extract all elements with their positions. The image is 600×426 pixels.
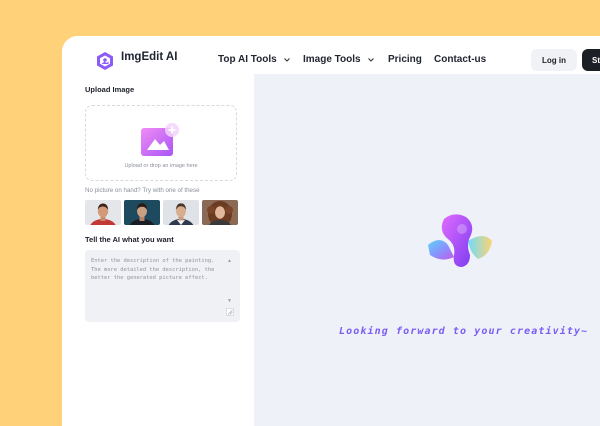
sample-image-man-1[interactable] xyxy=(85,200,121,225)
preview-panel: Looking forward to your creativity~ xyxy=(254,74,600,426)
nav-contact-us[interactable]: Contact-us xyxy=(434,54,486,65)
sample-hint-text: No picture on hand? Try with one of thes… xyxy=(85,187,200,194)
nav-contact-us-label: Contact-us xyxy=(434,54,487,65)
prompt-title: Tell the AI what you want xyxy=(85,235,174,244)
left-panel: Upload Image Upload or drop an image her… xyxy=(62,74,254,426)
upload-drop-text: Upload or drop an image here xyxy=(124,163,198,169)
chevron-down-icon xyxy=(367,57,374,62)
sample-image-woman[interactable] xyxy=(202,200,238,225)
tagline-text: Looking forward to your creativity~ xyxy=(339,326,589,337)
nav-top-ai-tools-label: Top AI Tools xyxy=(218,54,277,65)
nav-top-ai-tools[interactable]: Top AI Tools xyxy=(218,54,291,65)
sample-image-man-3[interactable] xyxy=(163,200,199,225)
upload-dropzone[interactable]: Upload or drop an image here xyxy=(85,105,237,181)
brand-name[interactable]: ImgEdit AI xyxy=(121,51,177,63)
prompt-textarea[interactable]: Enter the description of the painting. T… xyxy=(85,250,240,322)
sample-image-man-2[interactable] xyxy=(124,200,160,225)
scroll-down-icon[interactable]: ▼ xyxy=(227,298,232,304)
image-upload-icon xyxy=(141,123,179,156)
start-button[interactable]: Sta xyxy=(582,49,600,71)
imgedit-logo-icon[interactable] xyxy=(95,51,115,71)
nav-pricing-label: Pricing xyxy=(388,54,422,65)
sample-images xyxy=(85,200,238,225)
upload-image-title: Upload Image xyxy=(85,85,135,94)
nav-image-tools-label: Image Tools xyxy=(303,54,361,65)
scroll-up-icon[interactable]: ▲ xyxy=(227,258,232,264)
nav-pricing[interactable]: Pricing xyxy=(388,54,422,65)
creativity-illustration-icon xyxy=(428,214,492,267)
prompt-placeholder: Enter the description of the painting. T… xyxy=(91,258,215,281)
nav-image-tools[interactable]: Image Tools xyxy=(303,54,375,65)
login-button[interactable]: Log in xyxy=(531,49,577,71)
app-window: ImgEdit AI Top AI Tools Image Tools Pric… xyxy=(62,36,600,426)
chevron-down-icon xyxy=(283,57,290,62)
resize-handle-icon[interactable] xyxy=(226,308,234,316)
